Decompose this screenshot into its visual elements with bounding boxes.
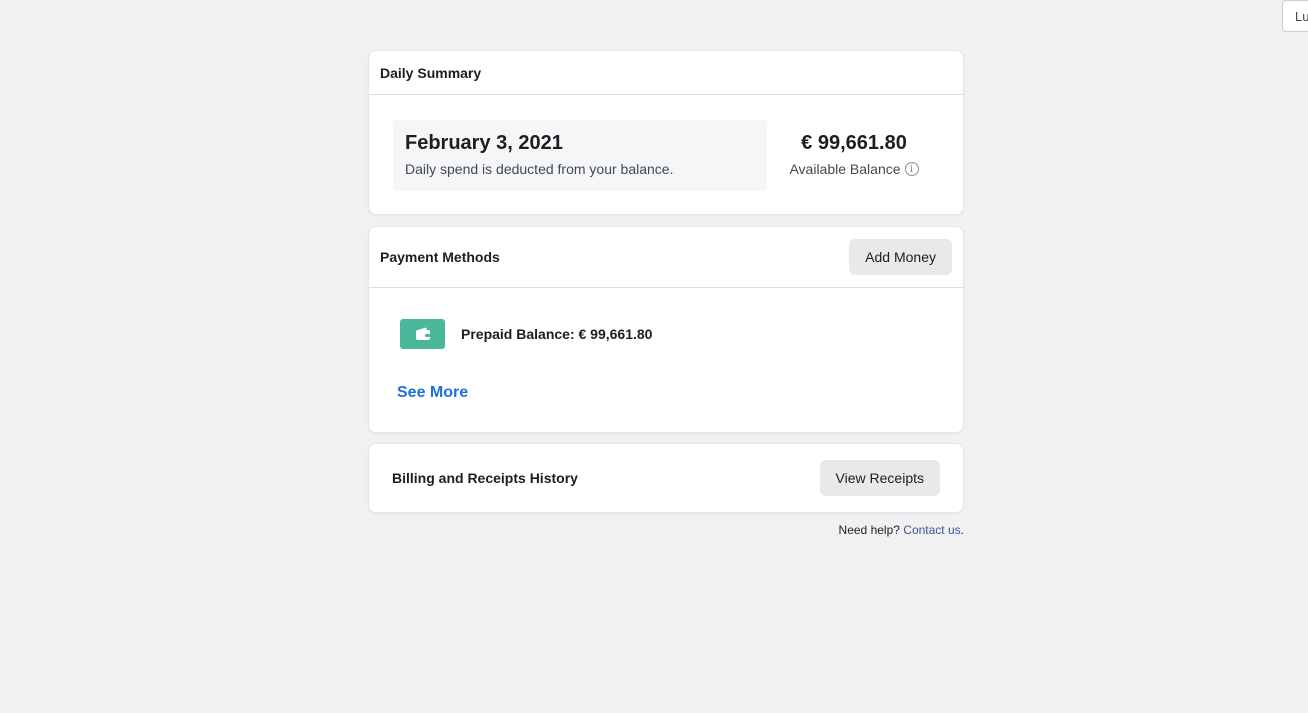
see-more-link[interactable]: See More — [397, 384, 468, 402]
daily-summary-header: Daily Summary — [369, 51, 963, 95]
language-selector-label: Lu — [1295, 9, 1308, 24]
help-prefix: Need help? — [838, 523, 900, 537]
billing-row: Billing and Receipts History View Receip… — [369, 444, 963, 512]
payment-methods-title: Payment Methods — [380, 249, 500, 265]
billing-title: Billing and Receipts History — [392, 470, 578, 486]
payment-method-row: Prepaid Balance: € 99,661.80 — [400, 319, 652, 349]
info-icon[interactable]: i — [904, 162, 919, 176]
summary-note: Daily spend is deducted from your balanc… — [405, 161, 674, 177]
help-suffix: . — [960, 523, 964, 537]
contact-us-link[interactable]: Contact us — [903, 523, 960, 537]
date-panel: February 3, 2021 Daily spend is deducted… — [393, 120, 767, 191]
wallet-icon — [400, 319, 445, 349]
available-balance-label: Available Balance — [789, 161, 901, 177]
add-money-button[interactable]: Add Money — [849, 239, 952, 275]
payment-methods-header: Payment Methods Add Money — [369, 227, 963, 288]
payment-methods-card: Payment Methods Add Money Prepaid Balanc… — [368, 226, 964, 433]
language-selector[interactable]: Lu — [1282, 0, 1308, 32]
daily-summary-card: Daily Summary February 3, 2021 Daily spe… — [368, 50, 964, 215]
help-line: Need help? Contact us. — [368, 523, 964, 537]
summary-date: February 3, 2021 — [405, 132, 563, 154]
prepaid-balance-label: Prepaid Balance: € 99,661.80 — [461, 326, 653, 342]
daily-summary-title: Daily Summary — [380, 64, 482, 81]
available-balance-label-row: Available Balance i — [789, 161, 919, 177]
balance-panel: € 99,661.80 Available Balance i — [769, 132, 939, 179]
available-balance-amount: € 99,661.80 — [801, 132, 907, 154]
view-receipts-button[interactable]: View Receipts — [819, 460, 940, 496]
billing-card: Billing and Receipts History View Receip… — [368, 443, 964, 513]
